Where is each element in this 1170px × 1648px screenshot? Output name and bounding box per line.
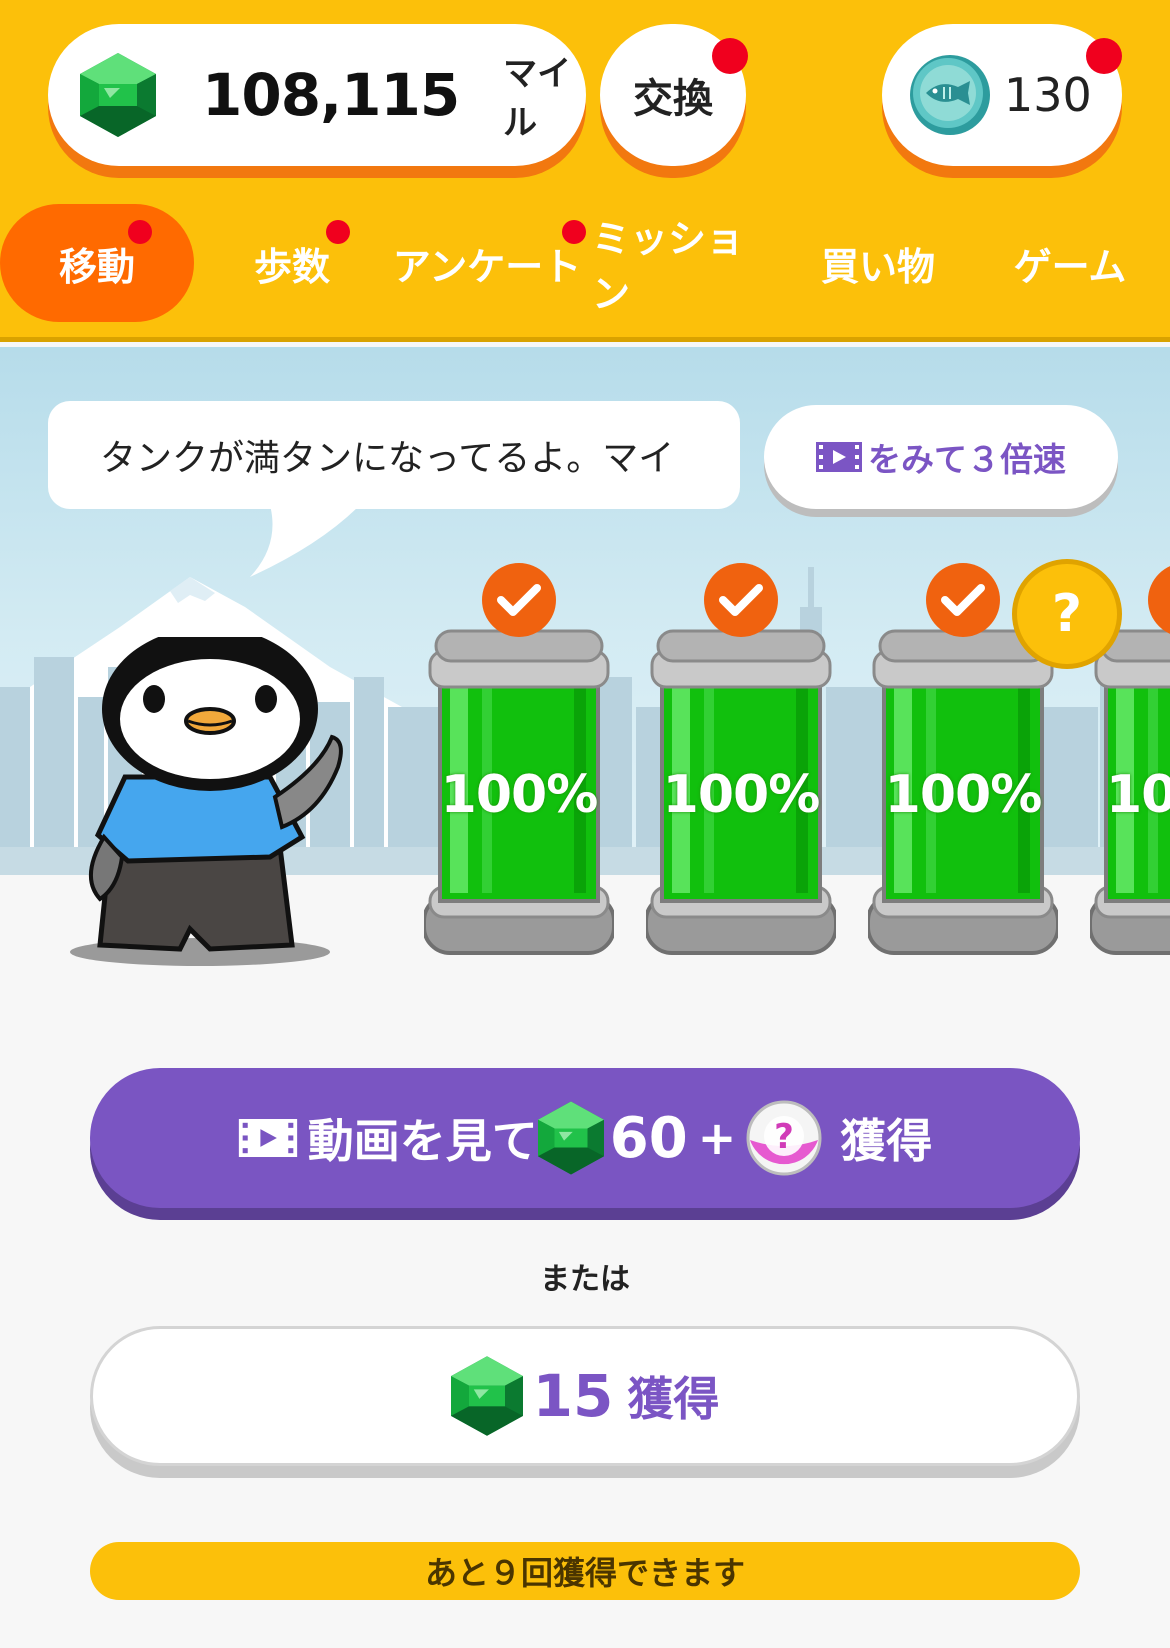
check-icon xyxy=(704,563,778,637)
green-gem-icon xyxy=(450,1356,523,1436)
speech-bubble: タンクが満タンになってるよ。マイ xyxy=(48,401,740,509)
top-bar: 108,115 マイル 交換 130 移動 歩数 アンケート ミッション 買い物… xyxy=(0,0,1170,342)
tab-steps[interactable]: 歩数 xyxy=(222,204,362,322)
check-icon xyxy=(926,563,1000,637)
tab-label: 歩数 xyxy=(253,244,330,289)
tab-label: ゲーム xyxy=(1013,244,1127,289)
check-icon xyxy=(482,563,556,637)
remaining-text: あと９回獲得できます xyxy=(424,1554,745,1592)
tank[interactable]: 100% xyxy=(1090,625,1170,965)
tank-percent: 100% xyxy=(884,765,1043,825)
watch-video-3x-speed-button[interactable]: をみて３倍速 xyxy=(764,405,1118,509)
earn-text: 獲得 xyxy=(627,1372,720,1426)
speed-button-label: をみて３倍速 xyxy=(868,440,1066,479)
tab-label: 移動 xyxy=(58,244,135,289)
notification-dot xyxy=(712,38,748,74)
tab-move[interactable]: 移動 xyxy=(0,204,194,322)
fish-coin-value: 130 xyxy=(1004,68,1092,122)
speech-bubble-tail xyxy=(250,505,360,577)
tab-label: ミッション xyxy=(592,217,745,316)
video-earn-text: 獲得 xyxy=(840,1114,933,1168)
green-gem-icon xyxy=(80,53,156,137)
tank-scene: タンクが満タンになってるよ。マイ をみて３倍速 100% 100% 100% 1… xyxy=(0,347,1170,987)
mystery-capsule-icon: ? xyxy=(746,1100,822,1176)
notification-dot xyxy=(326,220,350,244)
tab-label: アンケート xyxy=(392,244,582,289)
miles-unit: マイル xyxy=(503,54,572,143)
tank-percent: 100% xyxy=(1106,765,1170,825)
video-gem-amount: 60 xyxy=(609,1105,688,1171)
exchange-button[interactable]: 交換 xyxy=(600,24,748,166)
tab-shopping[interactable]: 買い物 xyxy=(800,204,956,322)
remaining-count-bar: あと９回獲得できます xyxy=(90,1542,1080,1600)
watch-video-earn-button[interactable]: 動画を見て 60 + ? 獲得 xyxy=(90,1068,1080,1208)
fish-coin-balance[interactable]: 130 xyxy=(882,24,1122,166)
mystery-badge-label: ? xyxy=(1051,584,1083,644)
fish-coin-icon xyxy=(910,55,990,135)
film-icon xyxy=(816,442,862,472)
category-tabs: 移動 歩数 アンケート ミッション 買い物 ゲーム xyxy=(0,204,1170,322)
tank-percent: 100% xyxy=(440,765,599,825)
tab-game[interactable]: ゲーム xyxy=(990,204,1150,322)
or-separator: または xyxy=(540,1262,630,1297)
miles-value: 108,115 xyxy=(202,61,460,129)
notification-dot xyxy=(128,220,152,244)
green-gem-icon xyxy=(537,1101,604,1175)
exchange-label: 交換 xyxy=(633,76,713,122)
penguin-mascot xyxy=(70,637,343,966)
tank[interactable]: 100% xyxy=(644,625,838,965)
film-icon xyxy=(238,1119,297,1157)
earn-button[interactable]: 15 獲得 xyxy=(90,1326,1080,1466)
svg-text:?: ? xyxy=(774,1117,794,1157)
tab-survey[interactable]: アンケート xyxy=(392,204,586,322)
tank[interactable]: 100% xyxy=(422,625,616,965)
earn-amount: 15 xyxy=(532,1362,614,1430)
speech-text: タンクが満タンになってるよ。マイ xyxy=(100,438,675,479)
tank-percent: 100% xyxy=(662,765,821,825)
tank[interactable]: 100% xyxy=(866,625,1060,965)
plus-sign: + xyxy=(697,1111,737,1165)
notification-dot xyxy=(1086,38,1122,74)
notification-dot xyxy=(562,220,586,244)
tab-label: 買い物 xyxy=(820,244,935,289)
mystery-badge[interactable]: ? xyxy=(1012,559,1122,669)
tab-mission[interactable]: ミッション xyxy=(592,204,772,322)
miles-balance[interactable]: 108,115 マイル xyxy=(48,24,586,166)
video-button-text: 動画を見て xyxy=(307,1114,538,1168)
